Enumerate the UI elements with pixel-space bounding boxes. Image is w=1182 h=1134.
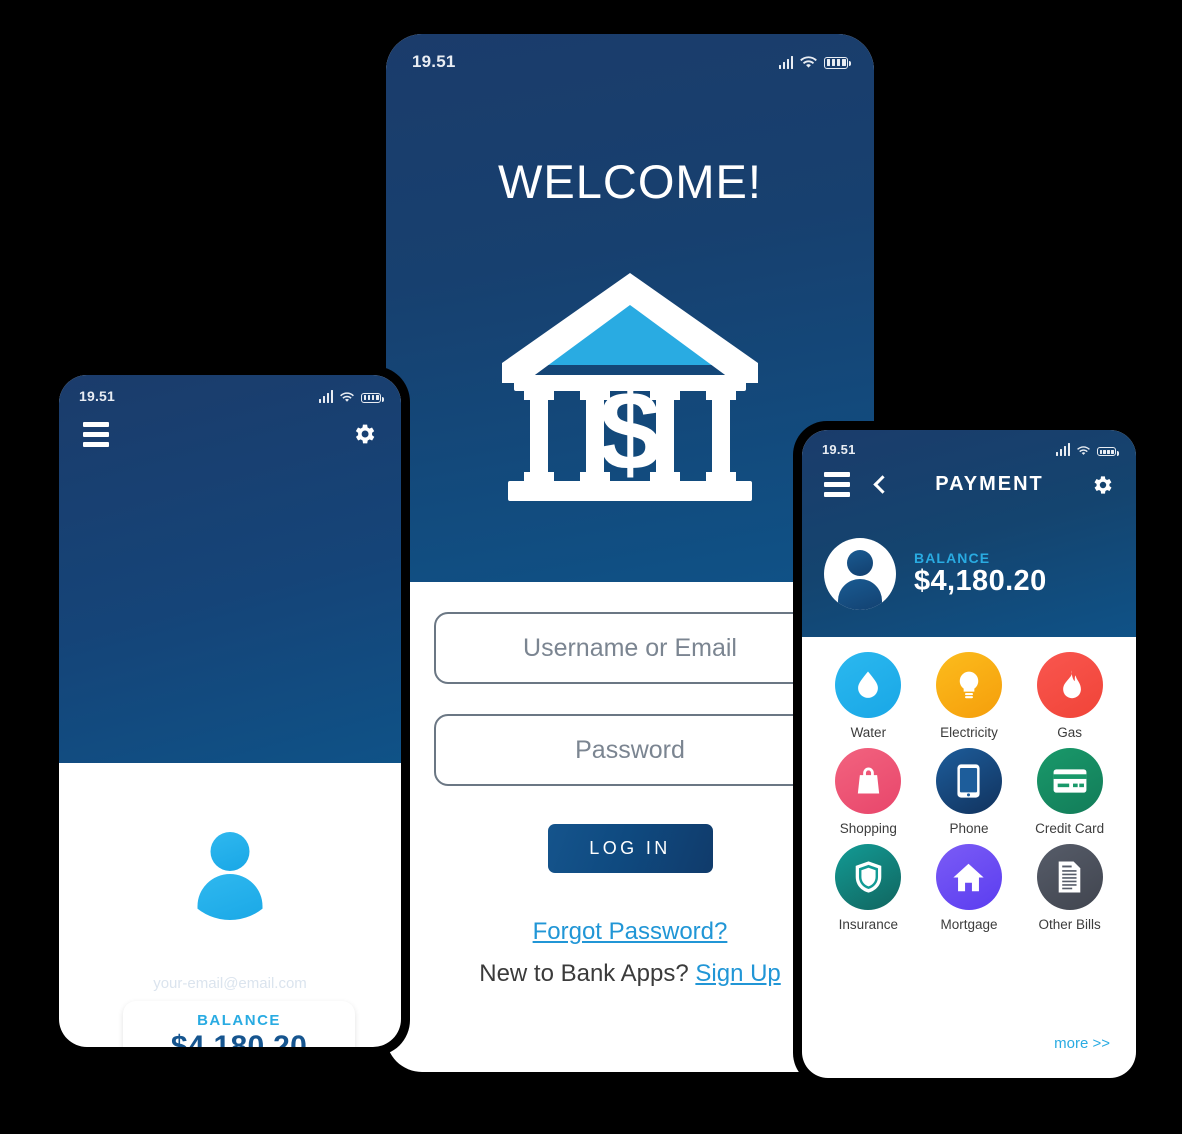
status-time: 19.51 [822,442,856,457]
signup-prompt: New to Bank Apps? [479,960,689,987]
chevron-left-icon[interactable] [873,475,892,494]
hamburger-icon[interactable] [824,472,850,497]
payment-category-label: Gas [1057,725,1083,740]
status-icons [318,389,385,403]
wifi-icon [340,391,354,402]
payment-top-bar: PAYMENT [802,472,1136,497]
phone-device-profile: 19.51 YOUR NAME your-email@email.com BAL… [50,366,410,1056]
avatar-body [838,579,882,610]
avatar-body [197,874,263,920]
signup-link[interactable]: Sign Up [695,960,780,987]
status-bar: 19.51 [59,375,401,404]
wifi-icon [1077,446,1090,455]
status-icons [778,55,852,69]
status-bar: 19.51 [802,430,1136,457]
login-button[interactable]: LOG IN [547,824,713,873]
payment-category-other-bills[interactable]: Other Bills [1019,844,1120,932]
payment-category-label: Other Bills [1038,917,1101,932]
page-title: PAYMENT [935,473,1044,495]
payment-category-phone[interactable]: Phone [919,748,1020,836]
status-time: 19.51 [412,52,456,71]
gear-icon[interactable] [1090,473,1114,497]
payment-category-label: Credit Card [1035,821,1105,836]
battery-icon [824,56,852,69]
password-input[interactable]: Password [434,714,826,786]
payment-category-mortgage[interactable]: Mortgage [919,844,1020,932]
signal-icon [778,55,793,69]
mockup-stage: 19.51 WELCOME! $ Username or Email Passw… [0,0,1182,1134]
document-icon [1036,844,1103,910]
shopping-bag-icon [835,748,902,814]
payment-balance-row: BALANCE $4,180.20 [824,538,1047,610]
avatar-head [847,550,873,576]
payment-balance-block: BALANCE $4,180.20 [914,550,1047,598]
signup-row: New to Bank Apps? Sign Up [434,960,826,988]
payment-category-label: Insurance [838,917,898,932]
payment-more-link[interactable]: more >> [1054,1035,1110,1052]
username-input[interactable]: Username or Email [434,612,826,684]
status-bar: 19.51 [386,34,874,72]
wifi-icon [800,55,817,68]
credit-card-icon [1036,748,1103,814]
avatar-head [210,832,250,871]
payment-category-label: Shopping [839,821,897,836]
payment-category-label: Electricity [940,725,998,740]
svg-text:$: $ [599,368,661,493]
payment-category-label: Phone [949,821,989,836]
balance-label: BALANCE [914,550,991,566]
forgot-password-link[interactable]: Forgot Password? [434,918,826,946]
phone-device-payment: 19.51 PAYMENT BALANCE $4,180.20 Water El… [793,421,1145,1087]
battery-icon [1097,447,1120,456]
balance-card: BALANCE $4,180.20 TRANSFER [123,1001,355,1047]
balance-amount: $4,180.20 [914,565,1047,597]
payment-screen: 19.51 PAYMENT BALANCE $4,180.20 Water El… [802,430,1136,1078]
payment-category-label: Water [850,725,887,740]
user-avatar [177,815,283,920]
signal-icon [1055,443,1070,456]
payment-category-water[interactable]: Water [818,652,919,740]
status-time: 19.51 [79,388,116,404]
payment-category-credit-card[interactable]: Credit Card [1019,748,1120,836]
battery-icon [361,392,385,403]
profile-top-bar [59,421,401,447]
signal-icon [318,389,333,403]
bank-building-logo: $ [502,273,758,501]
payment-category-insurance[interactable]: Insurance [818,844,919,932]
gear-icon[interactable] [351,421,377,447]
balance-amount: $4,180.20 [170,1030,308,1047]
profile-email: your-email@email.com [153,975,307,992]
welcome-title: WELCOME! [498,155,762,208]
profile-name: YOUR NAME [156,947,304,972]
water-drop-icon [835,652,902,718]
shield-icon [835,844,902,910]
profile-screen: 19.51 YOUR NAME your-email@email.com BAL… [59,375,401,1047]
flame-icon [1036,652,1103,718]
hamburger-icon[interactable] [83,421,109,447]
payment-nav-left [824,472,892,497]
payment-category-shopping[interactable]: Shopping [818,748,919,836]
status-icons [1055,443,1120,456]
balance-label: BALANCE [197,1012,281,1029]
smartphone-icon [935,748,1002,814]
payment-category-gas[interactable]: Gas [1019,652,1120,740]
light-bulb-icon [935,652,1002,718]
payment-category-electricity[interactable]: Electricity [919,652,1020,740]
payment-category-label: Mortgage [940,917,998,932]
payment-category-grid: Water Electricity Gas Shopping Phone Credit C… [802,652,1136,932]
house-icon [935,844,1002,910]
user-avatar [824,538,896,610]
